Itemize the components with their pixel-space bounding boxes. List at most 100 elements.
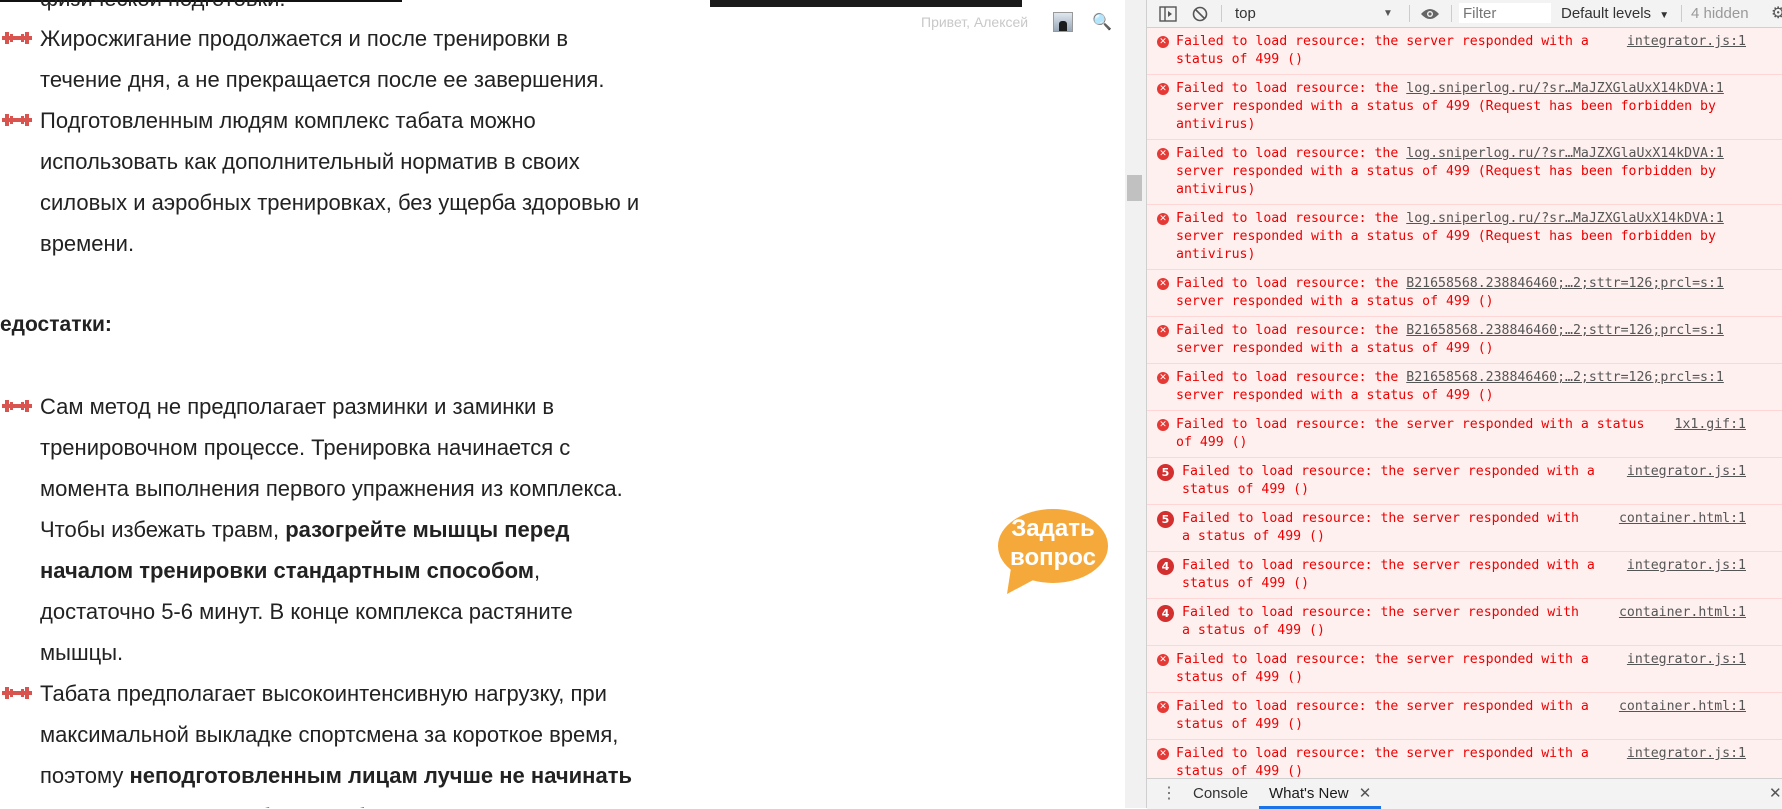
- source-link[interactable]: integrator.js:1: [1627, 651, 1746, 669]
- error-icon: ✕: [1157, 148, 1169, 160]
- resource-url-link[interactable]: B21658568.238846460;…2;sttr=126;prcl=s:1: [1406, 276, 1724, 291]
- console-error-message[interactable]: ✕ Failed to load resource: the B21658568.…: [1147, 364, 1782, 411]
- article-line: началом тренировки стандартным способом,: [40, 550, 540, 591]
- source-link[interactable]: container.html:1: [1619, 604, 1746, 622]
- console-error-message[interactable]: 4 Failed to load resource: the server res…: [1147, 599, 1782, 646]
- message-line: Failed to load resource: the B21658568.2…: [1176, 322, 1724, 340]
- error-icon: ✕: [1157, 325, 1169, 337]
- user-avatar[interactable]: [1053, 12, 1073, 32]
- settings-gear-icon[interactable]: ⚙: [1771, 0, 1782, 27]
- message-text: Failed to load resource: the server resp…: [1176, 33, 1589, 69]
- page-scrollbar-thumb[interactable]: [1127, 175, 1142, 201]
- console-messages[interactable]: ✕ Failed to load resource: the server res…: [1147, 28, 1782, 778]
- message-line: server responded with a status of 499 (R…: [1176, 164, 1716, 179]
- console-error-message[interactable]: 4 Failed to load resource: the server res…: [1147, 552, 1782, 599]
- console-error-message[interactable]: ✕ Failed to load resource: the log.sniper…: [1147, 205, 1782, 270]
- ask-question-button[interactable]: Задать вопрос: [997, 514, 1109, 572]
- message-prefix: Failed to load resource: the: [1176, 211, 1407, 226]
- plain-text: ,: [534, 558, 541, 583]
- source-link[interactable]: container.html:1: [1619, 698, 1746, 716]
- repeat-count-badge: 5: [1157, 464, 1174, 481]
- console-error-message[interactable]: ✕ Failed to load resource: the server res…: [1147, 693, 1782, 740]
- source-link[interactable]: integrator.js:1: [1627, 33, 1746, 51]
- source-link[interactable]: 1x1.gif:1: [1675, 416, 1746, 434]
- message-text: Failed to load resource: the server resp…: [1182, 463, 1595, 499]
- message-line: antivirus): [1176, 182, 1256, 197]
- close-drawer-icon[interactable]: ✕: [1769, 779, 1782, 809]
- page-scrollbar[interactable]: [1125, 0, 1146, 808]
- message-text: Failed to load resource: the server resp…: [1176, 416, 1644, 452]
- devtools-panel: top ▼ Default levels ▼ 4 hidden ⚙ ✕ Faile…: [1146, 0, 1782, 809]
- header-dark-bar: [710, 0, 1022, 7]
- console-error-message[interactable]: ✕ Failed to load resource: the B21658568.…: [1147, 270, 1782, 317]
- message-text: Failed to load resource: the server resp…: [1176, 651, 1589, 687]
- console-error-message[interactable]: ✕ Failed to load resource: the server res…: [1147, 740, 1782, 778]
- message-text: Failed to load resource: the server resp…: [1182, 557, 1595, 593]
- message-line: status of 499 (): [1176, 670, 1304, 685]
- drawer-tabbar: ⋮ Console What's New ✕ ✕: [1147, 778, 1782, 809]
- resource-url-link[interactable]: B21658568.238846460;…2;sttr=126;prcl=s:1: [1406, 370, 1724, 385]
- error-icon: ✕: [1157, 701, 1169, 713]
- search-icon[interactable]: 🔍: [1092, 12, 1112, 32]
- ask-question-line: вопрос: [1010, 544, 1096, 571]
- eye-icon[interactable]: [1420, 0, 1440, 27]
- source-link[interactable]: container.html:1: [1619, 510, 1746, 528]
- article-line: течение дня, а не прекращается после ее …: [40, 67, 605, 92]
- close-tab-icon[interactable]: ✕: [1359, 785, 1372, 802]
- article-line: физической подготовки.: [40, 0, 286, 19]
- console-filter-input[interactable]: [1459, 3, 1551, 23]
- console-toolbar: top ▼ Default levels ▼ 4 hidden ⚙: [1147, 0, 1782, 28]
- tab-whats-new[interactable]: What's New ✕: [1259, 779, 1382, 809]
- source-link[interactable]: integrator.js:1: [1627, 463, 1746, 481]
- user-greeting[interactable]: Привет, Алексей: [921, 14, 1028, 30]
- repeat-count-badge: 5: [1157, 511, 1174, 528]
- message-line: antivirus): [1176, 247, 1256, 262]
- message-line: server responded with a status of 499 (R…: [1176, 99, 1716, 114]
- article-line: максимальной выкладке спортсмена за коро…: [40, 722, 619, 747]
- message-text: Failed to load resource: the server resp…: [1176, 698, 1589, 734]
- message-line: Failed to load resource: the log.sniperl…: [1176, 145, 1724, 163]
- error-icon: ✕: [1157, 654, 1169, 666]
- dumbbell-icon: [2, 32, 32, 44]
- article-line: мышцы.: [40, 640, 124, 665]
- console-error-message[interactable]: ✕ Failed to load resource: the log.sniper…: [1147, 75, 1782, 140]
- dumbbell-icon: [2, 400, 32, 412]
- console-error-message[interactable]: ✕ Failed to load resource: the server res…: [1147, 646, 1782, 693]
- resource-url-link[interactable]: log.sniperlog.ru/?sr…MaJZXGlaUxX14kDVA:1: [1406, 81, 1724, 96]
- resource-url-link[interactable]: log.sniperlog.ru/?sr…MaJZXGlaUxX14kDVA:1: [1406, 146, 1724, 161]
- article-line: Подготовленным людям комплекс табата мож…: [40, 108, 536, 133]
- message-line: Failed to load resource: the log.sniperl…: [1176, 80, 1724, 98]
- message-text: Failed to load resource: the server resp…: [1176, 745, 1589, 778]
- message-text: Failed to load resource: the log.sniperl…: [1176, 210, 1724, 264]
- message-line: Failed to load resource: the server resp…: [1182, 464, 1595, 479]
- console-error-message[interactable]: ✕ Failed to load resource: the server res…: [1147, 28, 1782, 75]
- context-selector-value: top: [1235, 5, 1256, 22]
- message-text: Failed to load resource: the B21658568.2…: [1176, 275, 1724, 311]
- source-link[interactable]: integrator.js:1: [1627, 557, 1746, 575]
- context-selector[interactable]: top ▼: [1235, 0, 1395, 27]
- message-text: Failed to load resource: the log.sniperl…: [1176, 80, 1724, 134]
- resource-url-link[interactable]: log.sniperlog.ru/?sr…MaJZXGlaUxX14kDVA:1: [1406, 211, 1724, 226]
- tab-console[interactable]: Console: [1193, 779, 1248, 809]
- console-error-message[interactable]: ✕ Failed to load resource: the log.sniper…: [1147, 140, 1782, 205]
- message-prefix: Failed to load resource: the: [1176, 276, 1407, 291]
- tab-whats-new-label: What's New: [1269, 785, 1349, 802]
- resource-url-link[interactable]: B21658568.238846460;…2;sttr=126;prcl=s:1: [1406, 323, 1724, 338]
- clear-console-icon[interactable]: [1192, 0, 1208, 27]
- console-error-message[interactable]: 5 Failed to load resource: the server res…: [1147, 458, 1782, 505]
- console-error-message[interactable]: 5 Failed to load resource: the server res…: [1147, 505, 1782, 552]
- drawer-menu-icon[interactable]: ⋮: [1161, 779, 1177, 809]
- bold-text: разогрейте мышцы перед: [285, 517, 570, 542]
- error-icon: ✕: [1157, 83, 1169, 95]
- console-error-message[interactable]: ✕ Failed to load resource: the server res…: [1147, 411, 1782, 458]
- message-line: Failed to load resource: the server resp…: [1176, 34, 1589, 49]
- article-line: использовать как дополнительный норматив…: [40, 149, 580, 174]
- console-error-message[interactable]: ✕ Failed to load resource: the B21658568.…: [1147, 317, 1782, 364]
- hidden-messages-count: 4 hidden: [1691, 5, 1749, 22]
- article-line: Жиросжигание продолжается и после тренир…: [40, 26, 569, 51]
- article-line: тренировочном процессе. Тренировка начин…: [40, 435, 571, 460]
- log-levels-dropdown[interactable]: Default levels ▼: [1561, 0, 1669, 27]
- sidebar-toggle-icon[interactable]: [1159, 0, 1177, 27]
- error-icon: ✕: [1157, 36, 1169, 48]
- source-link[interactable]: integrator.js:1: [1627, 745, 1746, 763]
